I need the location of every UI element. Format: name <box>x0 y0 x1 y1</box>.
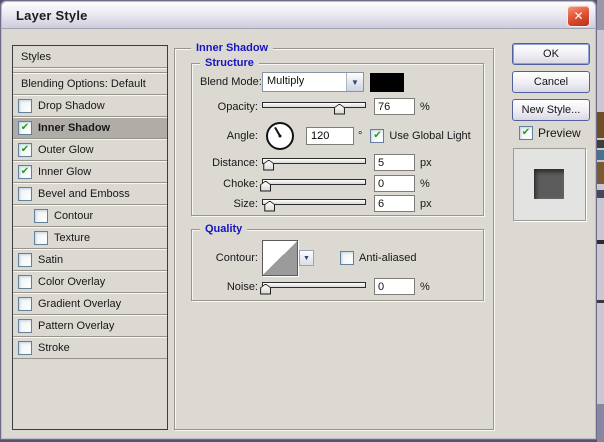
list-empty-area <box>13 359 167 428</box>
style-row-bevel-emboss[interactable]: Bevel and Emboss <box>13 183 167 205</box>
style-row-texture[interactable]: Texture <box>13 227 167 249</box>
close-icon[interactable]: ✕ <box>567 5 590 27</box>
screen: Layer Style ✕ Styles Blending Options: D… <box>0 0 604 442</box>
style-row-stroke[interactable]: Stroke <box>13 337 167 359</box>
contour-checkbox[interactable] <box>34 209 48 223</box>
size-row: Size: px <box>200 195 477 212</box>
styles-list: Styles Blending Options: Default Drop Sh… <box>12 45 168 430</box>
new-style-button[interactable]: New Style... <box>512 99 590 121</box>
style-row-inner-shadow[interactable]: ✔ Inner Shadow <box>13 117 167 139</box>
blend-mode-select[interactable]: Multiply ▼ <box>262 72 364 92</box>
preview-toggle[interactable]: ✔ Preview <box>519 126 581 140</box>
dialog-body: Styles Blending Options: Default Drop Sh… <box>2 29 595 438</box>
structure-legend: Structure <box>200 57 259 69</box>
inner-shadow-sample <box>534 169 564 199</box>
pattern-overlay-checkbox[interactable] <box>18 319 32 333</box>
drop-shadow-checkbox[interactable] <box>18 99 32 113</box>
size-input[interactable] <box>374 195 415 212</box>
style-row-outer-glow[interactable]: ✔ Outer Glow <box>13 139 167 161</box>
window-title: Layer Style <box>2 8 88 23</box>
inner-shadow-checkbox[interactable]: ✔ <box>18 121 32 135</box>
distance-input[interactable] <box>374 154 415 171</box>
effect-preview-thumbnail <box>513 148 586 221</box>
style-row-drop-shadow[interactable]: Drop Shadow <box>13 95 167 117</box>
noise-slider-track[interactable] <box>262 282 366 288</box>
titlebar[interactable]: Layer Style ✕ <box>2 2 595 29</box>
angle-input[interactable] <box>306 127 354 145</box>
opacity-slider[interactable] <box>262 99 366 115</box>
size-slider[interactable] <box>262 196 366 212</box>
satin-checkbox[interactable] <box>18 253 32 267</box>
texture-checkbox[interactable] <box>34 231 48 245</box>
blend-mode-row: Blend Mode: Multiply ▼ <box>200 72 477 92</box>
inner-shadow-panel: Inner Shadow Structure Blend Mode: Multi… <box>174 48 494 430</box>
shadow-color-swatch[interactable] <box>370 73 404 92</box>
bevel-emboss-checkbox[interactable] <box>18 187 32 201</box>
noise-input[interactable] <box>374 278 415 295</box>
opacity-slider-track[interactable] <box>262 102 366 108</box>
style-row-satin[interactable]: Satin <box>13 249 167 271</box>
angle-dial[interactable] <box>266 122 294 150</box>
blending-options-row[interactable]: Blending Options: Default <box>13 73 167 95</box>
chevron-down-icon[interactable]: ▼ <box>346 73 363 91</box>
choke-slider-track[interactable] <box>262 179 366 185</box>
choke-slider[interactable] <box>262 176 366 192</box>
contour-thumbnail[interactable] <box>262 240 298 276</box>
stroke-checkbox[interactable] <box>18 341 32 355</box>
ok-button[interactable]: OK <box>512 43 590 65</box>
color-overlay-checkbox[interactable] <box>18 275 32 289</box>
layer-style-dialog: Layer Style ✕ Styles Blending Options: D… <box>0 0 597 440</box>
style-row-inner-glow[interactable]: ✔ Inner Glow <box>13 161 167 183</box>
distance-slider-track[interactable] <box>262 158 366 164</box>
style-row-color-overlay[interactable]: Color Overlay <box>13 271 167 293</box>
contour-row: Contour: ▼ Anti-aliased <box>200 240 477 276</box>
size-slider-track[interactable] <box>262 199 366 205</box>
use-global-light-checkbox[interactable]: ✔ <box>370 129 384 143</box>
angle-row: Angle: ° ✔ Use Global Light <box>200 122 477 150</box>
background-window-sliver <box>597 0 604 442</box>
gradient-overlay-checkbox[interactable] <box>18 297 32 311</box>
inner-glow-checkbox[interactable]: ✔ <box>18 165 32 179</box>
opacity-row: Opacity: % <box>200 98 477 115</box>
opacity-input[interactable] <box>374 98 415 115</box>
style-row-gradient-overlay[interactable]: Gradient Overlay <box>13 293 167 315</box>
cancel-button[interactable]: Cancel <box>512 71 590 93</box>
noise-row: Noise: % <box>200 278 477 295</box>
preview-checkbox[interactable]: ✔ <box>519 126 533 140</box>
distance-slider[interactable] <box>262 155 366 171</box>
outer-glow-checkbox[interactable]: ✔ <box>18 143 32 157</box>
contour-dropdown-icon[interactable]: ▼ <box>299 250 314 266</box>
style-row-contour[interactable]: Contour <box>13 205 167 227</box>
quality-group: Quality Contour: ▼ Anti-aliased <box>191 229 484 301</box>
anti-aliased-checkbox[interactable] <box>340 251 354 265</box>
noise-slider[interactable] <box>262 279 366 295</box>
style-row-pattern-overlay[interactable]: Pattern Overlay <box>13 315 167 337</box>
choke-input[interactable] <box>374 175 415 192</box>
quality-legend: Quality <box>200 223 247 235</box>
styles-list-header: Styles <box>13 46 167 68</box>
choke-row: Choke: % <box>200 175 477 192</box>
panel-legend: Inner Shadow <box>191 42 273 54</box>
distance-row: Distance: px <box>200 154 477 171</box>
structure-group: Structure Blend Mode: Multiply ▼ Opacity… <box>191 63 484 216</box>
